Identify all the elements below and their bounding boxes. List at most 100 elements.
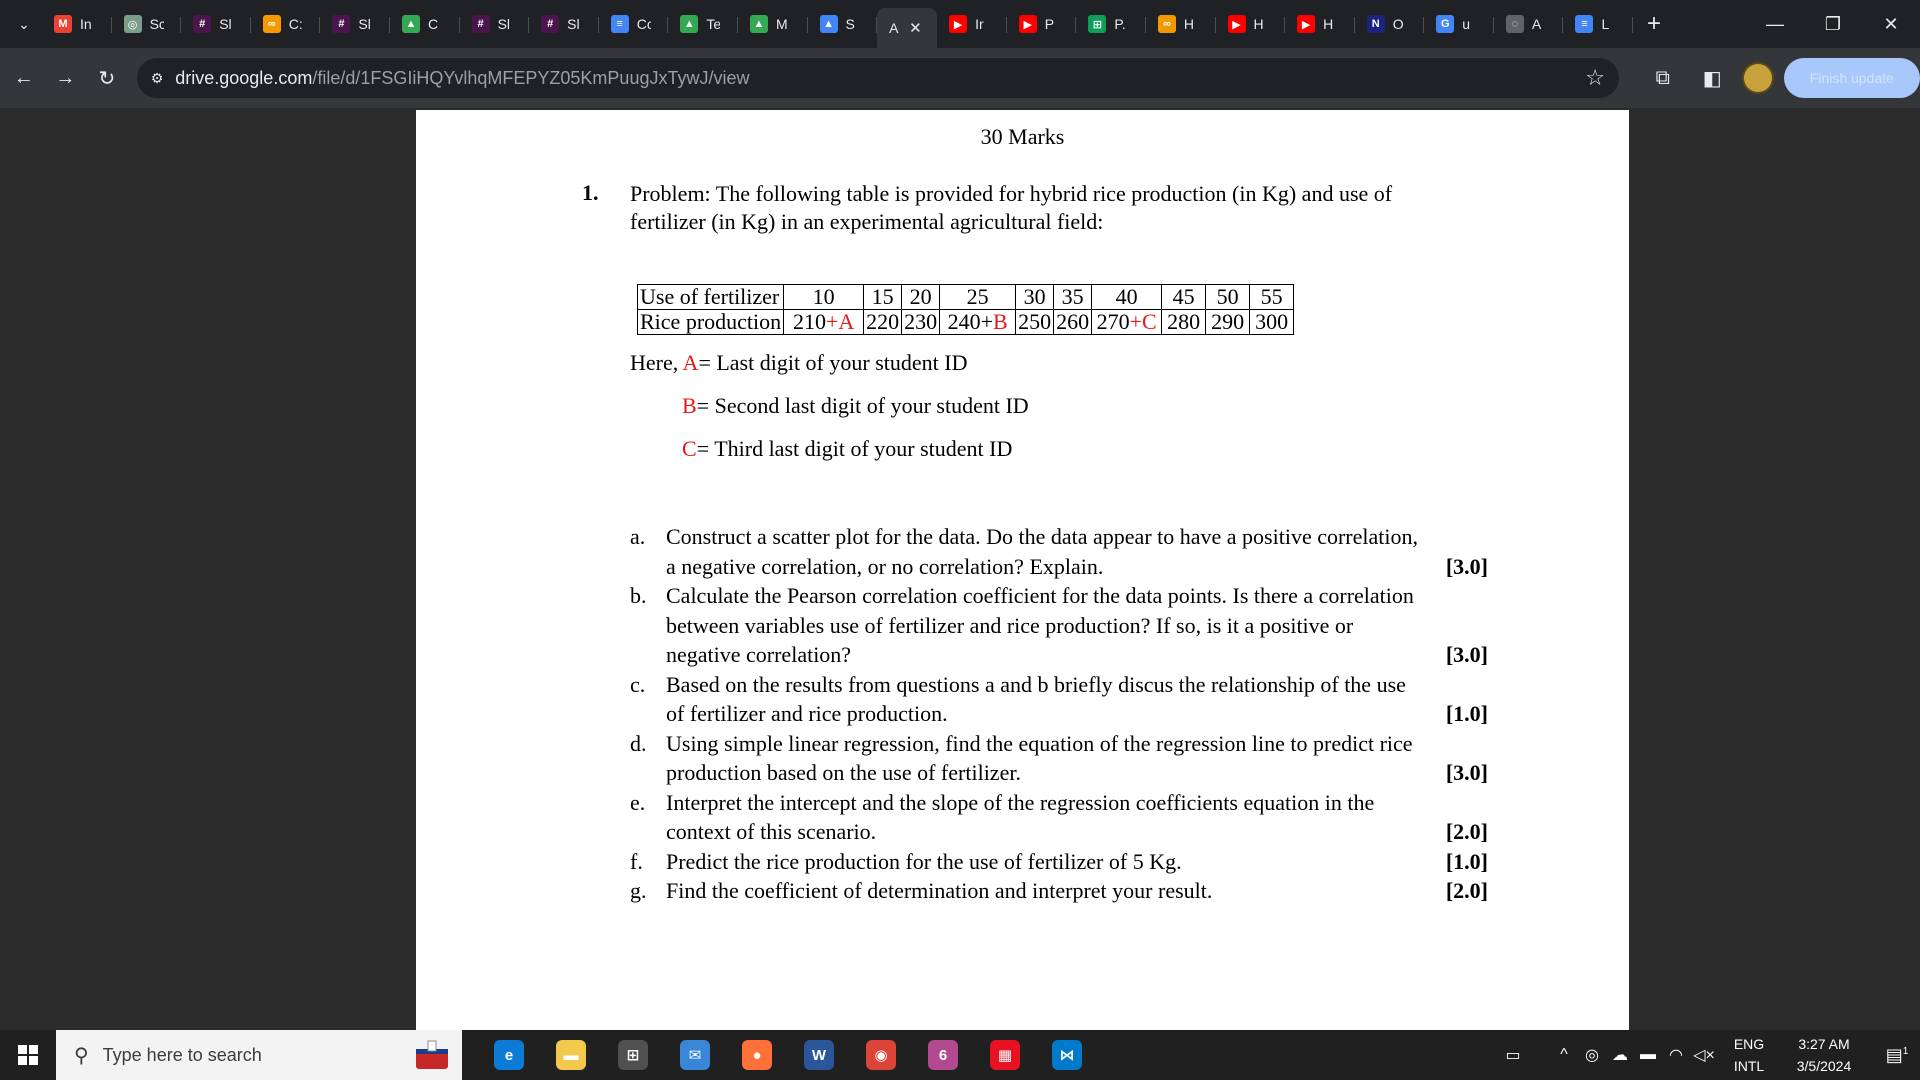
cell-base: 240+ xyxy=(947,309,993,334)
docs-icon: ≡ xyxy=(1575,15,1594,33)
site-info-icon[interactable]: ⚙ xyxy=(151,70,164,87)
chrome-icon[interactable]: ◉ xyxy=(850,1030,912,1080)
tab-title: Te xyxy=(706,16,721,32)
forward-icon[interactable]: → xyxy=(48,60,84,96)
table-cell: 300 xyxy=(1249,309,1295,335)
browser-tab[interactable]: # Sl xyxy=(460,7,530,41)
meet-now-icon[interactable]: ◎ xyxy=(1578,1045,1606,1065)
tab-title: S xyxy=(845,16,855,32)
reload-icon[interactable]: ↻ xyxy=(89,60,125,96)
language-indicator[interactable]: ENG INTL xyxy=(1724,1033,1774,1077)
profile-avatar[interactable] xyxy=(1741,62,1774,94)
store-icon[interactable]: ⊞ xyxy=(602,1030,664,1080)
cell-base: 260 xyxy=(1056,309,1090,334)
sub-question: g. Find the coefficient of determination … xyxy=(630,876,1490,906)
browser-tab[interactable]: M In xyxy=(42,7,112,41)
word-icon[interactable]: W xyxy=(788,1030,850,1080)
browser-tab[interactable]: ∞ H xyxy=(1146,7,1216,41)
volume-muted-icon[interactable]: ◁× xyxy=(1690,1045,1718,1065)
browser-tab[interactable]: # Sl xyxy=(320,7,390,41)
finish-update-button[interactable]: Finish update xyxy=(1783,58,1920,98)
onedrive-icon[interactable]: ☁ xyxy=(1606,1045,1634,1065)
browser-tab[interactable]: ▲ M xyxy=(738,7,808,41)
table-cell: 10 xyxy=(783,284,865,310)
browser-tab[interactable]: ≡ L xyxy=(1563,7,1633,41)
sub-question-text: Based on the results from questions a an… xyxy=(666,670,1490,729)
browser-tab[interactable]: # Sl xyxy=(181,7,251,41)
sub-question-label: a. xyxy=(630,524,646,549)
sub-question: a. Construct a scatter plot for the data.… xyxy=(630,522,1490,581)
table-cell: 40 xyxy=(1091,284,1163,310)
browser-tab[interactable]: Gu xyxy=(1424,7,1494,41)
table-cell: 25 xyxy=(939,284,1017,310)
youtube-icon: ▶ xyxy=(1227,15,1246,33)
firefox-icon[interactable]: ● xyxy=(726,1030,788,1080)
tab-title: Sc xyxy=(149,16,164,32)
wifi-icon[interactable]: ◠ xyxy=(1662,1045,1690,1065)
browser-tab[interactable]: ▲ Te xyxy=(668,7,738,41)
back-icon[interactable]: ← xyxy=(6,60,42,96)
url-text[interactable]: drive.google.com/file/d/1FSGIiHQYvlhqMFE… xyxy=(175,68,1585,89)
sub-question-text: Calculate the Pearson correlation coeffi… xyxy=(666,581,1490,670)
sub-question-line: Find the coefficient of determination an… xyxy=(666,878,1213,903)
browser-tab[interactable]: ▶ H xyxy=(1285,7,1355,41)
variable-a: A xyxy=(682,350,699,375)
browser-tab[interactable]: # Sl xyxy=(529,7,599,41)
new-tab-button[interactable]: + xyxy=(1637,7,1671,41)
browser-tab[interactable]: ≡ Cc xyxy=(599,7,669,41)
paint-icon[interactable]: 6 xyxy=(912,1030,974,1080)
infinity-icon: ∞ xyxy=(262,15,281,33)
windows-app-icon[interactable]: ▦ xyxy=(974,1030,1036,1080)
sub-question-line: Using simple linear regression, find the… xyxy=(666,730,1413,756)
browser-tab[interactable]: ▶ Ir xyxy=(937,7,1007,41)
sub-question-line: between variables use of fertilizer and … xyxy=(666,612,1354,638)
browser-tab[interactable]: NO xyxy=(1355,7,1425,41)
mail-icon[interactable]: ✉ xyxy=(664,1030,726,1080)
windows-start-icon[interactable] xyxy=(0,1030,56,1080)
tab-search-chevron-icon[interactable]: ⌄ xyxy=(6,6,42,42)
browser-tab[interactable]: ▲ S xyxy=(808,7,878,41)
tab-title: Ir xyxy=(975,16,984,32)
vscode-icon[interactable]: ⋈ xyxy=(1036,1030,1098,1080)
table-cell: 45 xyxy=(1161,284,1207,310)
browser-toolbar: ← → ↻ ⚙ drive.google.com/file/d/1FSGIiHQ… xyxy=(0,48,1920,108)
show-hidden-icons-chevron-icon[interactable]: ^ xyxy=(1550,1046,1578,1064)
clock[interactable]: 3:27 AM 3/5/2024 xyxy=(1774,1033,1874,1077)
taskbar-search-box[interactable]: ⚲ Type here to search xyxy=(56,1030,402,1080)
browser-tab[interactable]: ◌ A xyxy=(1494,7,1564,41)
sub-question-line: production based on the use of fertilize… xyxy=(666,760,1021,785)
browser-tab[interactable]: ▶ H xyxy=(1216,7,1286,41)
restore-icon[interactable]: ❐ xyxy=(1804,0,1862,48)
close-window-icon[interactable]: ✕ xyxy=(1862,0,1920,48)
sub-question-text: Predict the rice production for the use … xyxy=(666,847,1490,877)
browser-tab[interactable]: ▲ C xyxy=(390,7,460,41)
definition-c: C= Third last digit of your student ID xyxy=(682,434,1012,464)
edge-icon[interactable]: e xyxy=(478,1030,540,1080)
address-bar[interactable]: ⚙ drive.google.com/file/d/1FSGIiHQYvlhqM… xyxy=(136,58,1619,98)
url-path: /file/d/1FSGIiHQYvlhqMFEPYZ05KmPuugJxTyw… xyxy=(312,67,750,88)
sub-question-marks: [1.0] xyxy=(1445,701,1488,726)
browser-tab[interactable]: ⊞ P. xyxy=(1076,7,1146,41)
browser-tab[interactable]: ◎ Sc xyxy=(112,7,182,41)
tab-title: C: xyxy=(288,16,303,32)
close-tab-icon[interactable]: ✕ xyxy=(909,19,922,37)
browser-tab[interactable]: ▶ P xyxy=(1007,7,1077,41)
notification-icon[interactable]: ▤1 xyxy=(1874,1045,1920,1066)
search-highlight-icon[interactable] xyxy=(402,1030,462,1080)
battery-icon[interactable]: ▬ xyxy=(1634,1046,1662,1064)
task-view-icon[interactable]: ▭ xyxy=(1490,1045,1536,1065)
definition-b-text: = Second last digit of your student ID xyxy=(696,393,1029,418)
file-explorer-icon[interactable]: ▬ xyxy=(540,1030,602,1080)
minimize-icon[interactable]: — xyxy=(1746,0,1804,48)
sub-question-line: a negative correlation, or no correlatio… xyxy=(666,553,1104,579)
definition-a: Here, A= Last digit of your student ID xyxy=(630,348,967,378)
extensions-icon[interactable]: ⧉ xyxy=(1643,58,1683,98)
bookmark-star-icon[interactable]: ☆ xyxy=(1585,65,1605,91)
browser-tab[interactable]: A ✕ xyxy=(877,8,938,48)
sub-question: d. Using simple linear regression, find t… xyxy=(630,729,1490,788)
tab-title: H xyxy=(1253,16,1264,32)
side-panel-icon[interactable]: ◧ xyxy=(1692,58,1732,98)
fertilizer-row-header: Use of fertilizer xyxy=(636,284,785,310)
browser-tab[interactable]: ∞ C: xyxy=(251,7,321,41)
sub-question-line: Based on the results from questions a an… xyxy=(666,671,1406,697)
